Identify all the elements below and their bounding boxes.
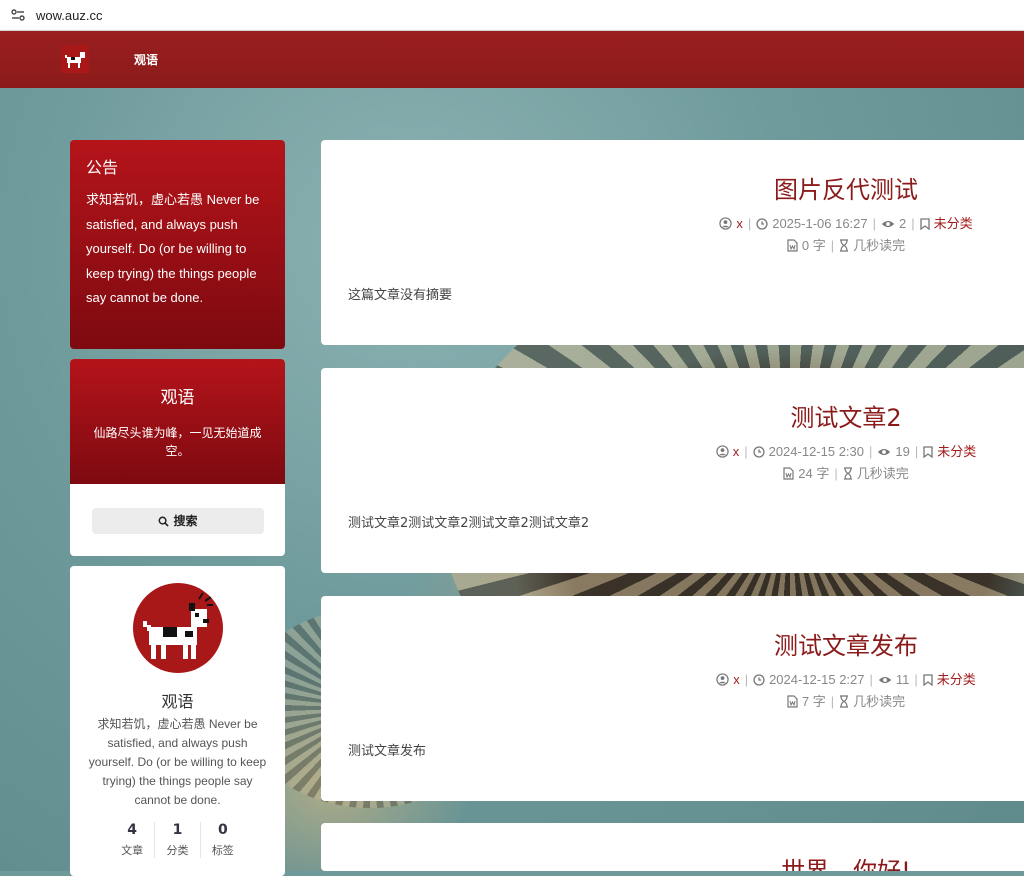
profile-bio: 求知若饥，虚心若愚 Never be satisfied, and always… [88, 717, 267, 807]
post-date: 2025-1-06 16:27 [772, 216, 868, 231]
post-meta: x | 2024-12-15 2:27 | 11 | 未分类 [321, 669, 1024, 688]
stat-tags[interactable]: 0 标签 [201, 822, 245, 858]
notice-title: 公告 [86, 158, 119, 177]
clock-icon [756, 218, 768, 230]
bookmark-icon [920, 218, 930, 230]
post-views: 19 [895, 444, 910, 459]
word-file-icon [783, 467, 794, 480]
word-file-icon [787, 239, 798, 252]
post-card: 测试文章发布 x | 2024-12-15 2:27 | 11 | 未分类 7 字 | 几秒读完… [321, 596, 1024, 801]
clock-icon [753, 674, 765, 686]
bookmark-icon [923, 446, 933, 458]
post-meta-secondary: 0 字 | 几秒读完 [321, 235, 1024, 254]
stat-value: 4 [127, 822, 138, 838]
hourglass-icon [843, 467, 852, 480]
site-logo[interactable] [61, 45, 89, 73]
avatar[interactable] [133, 583, 223, 673]
stat-posts[interactable]: 4 文章 [110, 822, 156, 858]
post-excerpt: 测试文章发布 [348, 744, 427, 759]
user-icon [716, 445, 729, 458]
search-label: 搜索 [173, 514, 198, 528]
notice-card: 公告 求知若饥，虚心若愚 Never be satisfied, and alw… [70, 140, 285, 349]
stat-label: 标签 [211, 844, 234, 857]
dog-logo-icon [65, 52, 85, 68]
stat-categories[interactable]: 1 分类 [155, 822, 201, 858]
post-meta-secondary: 7 字 | 几秒读完 [321, 691, 1024, 710]
post-author[interactable]: x [733, 444, 740, 459]
post-title[interactable]: 图片反代测试 [321, 170, 1024, 205]
site-settings-icon[interactable] [10, 7, 26, 23]
hourglass-icon [840, 695, 849, 708]
post-card: 图片反代测试 x | 2025-1-06 16:27 | 2 | 未分类 0 字 | 几秒读完 … [321, 140, 1024, 345]
profile-name: 观语 [161, 692, 194, 711]
stat-value: 0 [217, 822, 228, 838]
bookmark-icon [923, 674, 933, 686]
stat-label: 文章 [121, 844, 144, 857]
post-meta: x | 2024-12-15 2:30 | 19 | 未分类 [321, 441, 1024, 460]
post-author[interactable]: x [733, 672, 740, 687]
search-button[interactable]: 搜索 [92, 508, 264, 534]
motto-banner: 观语 仙路尽头谁为峰，一见无始道成空。 [70, 359, 285, 484]
post-title[interactable]: 世界，你好! [321, 851, 1024, 871]
word-file-icon [787, 695, 798, 708]
post-excerpt: 这篇文章没有摘要 [348, 288, 453, 303]
eye-icon [878, 448, 891, 456]
site-header: 观语 [0, 31, 1024, 88]
browser-address-bar[interactable]: wow.auz.cc [0, 0, 1024, 31]
post-category[interactable]: 未分类 [937, 672, 976, 687]
user-icon [719, 217, 733, 230]
clock-icon [752, 446, 765, 458]
post-views: 11 [895, 672, 910, 687]
motto-card: 观语 仙路尽头谁为峰，一见无始道成空。 搜索 [70, 359, 285, 556]
post-word-count: 7 字 [801, 694, 826, 709]
post-read-time: 几秒读完 [856, 466, 909, 481]
stat-value: 1 [172, 822, 183, 838]
post-word-count: 0 字 [801, 238, 826, 253]
profile-card: 观语 求知若饥，虚心若愚 Never be satisfied, and alw… [70, 566, 285, 876]
post-date: 2024-12-15 2:27 [769, 672, 865, 687]
post-read-time: 几秒读完 [853, 238, 906, 253]
site-title-link[interactable]: 观语 [134, 51, 158, 68]
url-text[interactable]: wow.auz.cc [36, 8, 102, 23]
post-read-time: 几秒读完 [853, 694, 906, 709]
stat-label: 分类 [166, 844, 189, 857]
motto-title: 观语 [160, 388, 195, 408]
hourglass-icon [840, 239, 849, 252]
post-meta: x | 2025-1-06 16:27 | 2 | 未分类 [321, 213, 1024, 232]
post-title[interactable]: 测试文章发布 [321, 626, 1024, 661]
post-meta-secondary: 24 字 | 几秒读完 [321, 463, 1024, 482]
post-card: 测试文章2 x | 2024-12-15 2:30 | 19 | 未分类 24 字 | 几秒读完… [321, 368, 1024, 573]
post-word-count: 24 字 [798, 466, 830, 481]
post-category[interactable]: 未分类 [937, 444, 976, 459]
post-author[interactable]: x [736, 216, 743, 231]
post-title[interactable]: 测试文章2 [321, 398, 1024, 433]
post-views: 2 [899, 216, 907, 231]
eye-icon [878, 676, 892, 684]
user-icon [716, 673, 729, 686]
eye-icon [881, 220, 895, 228]
post-category[interactable]: 未分类 [934, 216, 973, 231]
motto-text: 仙路尽头谁为峰，一见无始道成空。 [93, 426, 262, 458]
post-excerpt: 测试文章2测试文章2测试文章2测试文章2 [348, 516, 590, 531]
post-card: 世界，你好! [321, 823, 1024, 871]
dog-avatar-icon [143, 592, 213, 659]
post-date: 2024-12-15 2:30 [768, 444, 865, 459]
search-icon [159, 516, 170, 527]
notice-body: 求知若饥，虚心若愚 Never be satisfied, and always… [86, 192, 260, 305]
profile-stats: 4 文章 1 分类 0 标签 [110, 822, 245, 858]
